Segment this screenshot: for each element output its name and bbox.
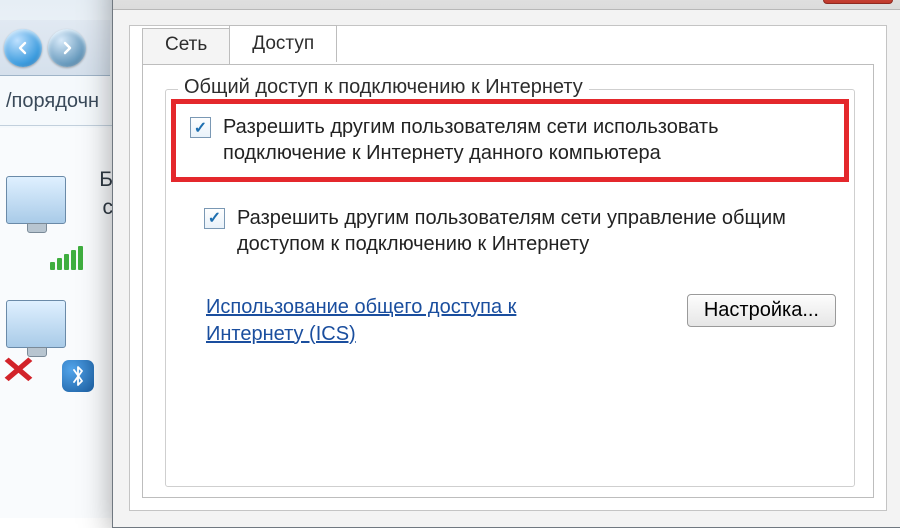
allow-control-checkbox[interactable]: ✓ <box>204 208 225 229</box>
settings-button[interactable]: Настройка... <box>687 294 836 327</box>
tab-sharing-page: Общий доступ к подключению к Интернету ✓… <box>142 64 874 498</box>
dialog-client: Сеть Доступ Общий доступ к подключению к… <box>129 25 887 511</box>
monitor-icon <box>6 176 66 224</box>
allow-control-label: Разрешить другим пользователям сети упра… <box>237 205 822 258</box>
group-legend: Общий доступ к подключению к Интернету <box>178 76 589 99</box>
tab-sharing[interactable]: Доступ <box>229 25 337 62</box>
allow-sharing-checkbox[interactable]: ✓ <box>190 117 211 138</box>
link-row: Использование общего доступа к Интернету… <box>206 294 836 348</box>
connection-label: Б <box>99 168 113 192</box>
window-title: Беспроводное сетевое соединение - свойст… <box>153 0 813 1</box>
ics-help-link[interactable]: Использование общего доступа к Интернету… <box>206 294 586 348</box>
allow-control-row: ✓ Разрешить другим пользователям сети уп… <box>190 195 838 268</box>
tabstrip: Сеть Доступ <box>142 24 336 61</box>
breadcrumb: /порядочн <box>0 78 112 126</box>
bluetooth-icon <box>62 360 94 392</box>
allow-sharing-row: ✓ Разрешить другим пользователям сети ис… <box>176 104 844 177</box>
allow-sharing-label: Разрешить другим пользователям сети испо… <box>223 114 828 167</box>
properties-dialog: Беспроводное сетевое соединение - свойст… <box>112 0 900 528</box>
titlebar: Беспроводное сетевое соединение - свойст… <box>113 0 900 10</box>
ics-groupbox: Общий доступ к подключению к Интернету ✓… <box>165 89 855 487</box>
nav-forward-button[interactable] <box>48 29 86 67</box>
nav-toolbar <box>0 20 110 76</box>
close-button[interactable] <box>823 0 893 4</box>
connection-wireless[interactable]: Б с <box>6 138 111 262</box>
monitor-icon <box>6 300 66 348</box>
nav-back-button[interactable] <box>4 29 42 67</box>
tab-network[interactable]: Сеть <box>142 28 230 65</box>
disconnected-icon: ✕ <box>0 349 37 392</box>
connections-list: Б с ✕ <box>0 128 118 518</box>
connection-bluetooth[interactable]: ✕ <box>6 262 111 386</box>
